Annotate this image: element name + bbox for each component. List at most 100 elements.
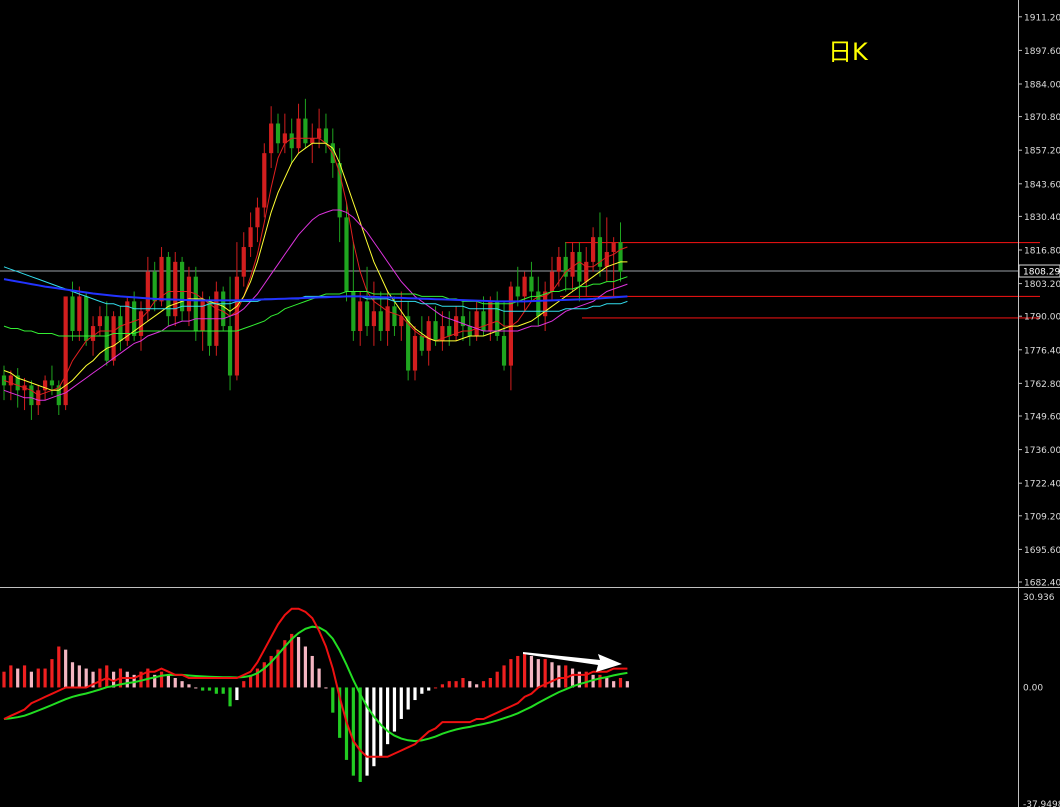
candle <box>392 296 397 336</box>
ma-line <box>3 276 628 337</box>
macd-bar <box>481 681 486 688</box>
macd-bar <box>502 665 506 688</box>
macd-bar <box>372 687 376 767</box>
macd-bar <box>16 668 20 688</box>
macd-bar <box>625 681 629 688</box>
macd-bar <box>57 646 61 688</box>
macd-bar <box>454 681 458 688</box>
macd-bar <box>201 687 205 691</box>
tick-label: 1790.00 <box>1024 313 1060 323</box>
macd-bar <box>2 671 6 688</box>
candle <box>303 98 308 149</box>
candle <box>549 256 555 302</box>
macd-bar <box>523 652 527 688</box>
tick-label: 1911.20 <box>1024 13 1060 23</box>
candle <box>364 266 370 336</box>
candle <box>597 212 603 277</box>
macd-bar <box>488 678 492 688</box>
candle <box>15 368 20 408</box>
macd-bar <box>399 687 403 719</box>
macd-dea-line <box>3 625 628 743</box>
ma-line <box>3 142 628 391</box>
candle <box>577 242 582 302</box>
macd-bar <box>475 684 479 688</box>
candle <box>180 256 185 322</box>
trading-chart: 1911.20 1897.60 1884.00 1870.80 1857.20 1843.… <box>0 0 1060 807</box>
tick-label: 1857.20 <box>1024 147 1060 157</box>
candle <box>584 247 589 297</box>
macd-bar <box>290 633 294 688</box>
candle <box>104 301 109 366</box>
macd-bar <box>598 674 602 688</box>
macd-bar <box>173 678 177 688</box>
candle <box>474 301 479 341</box>
macd-bar <box>125 671 129 688</box>
macd-bar <box>495 671 499 688</box>
macd-bar <box>324 687 328 689</box>
macd-bar <box>296 637 301 688</box>
macd-bar <box>159 671 164 688</box>
macd-bar <box>447 681 451 688</box>
macd-bar <box>516 655 520 688</box>
macd-tick-label: 0.00 <box>1023 683 1043 693</box>
macd-bar <box>468 681 472 688</box>
candle <box>275 113 281 154</box>
macd-bar <box>214 687 218 694</box>
macd-bar <box>310 655 314 688</box>
tick-label: 1736.00 <box>1024 446 1060 456</box>
candle <box>8 370 13 401</box>
candle <box>289 118 294 164</box>
tick-label: 1803.20 <box>1024 280 1060 290</box>
tick-label: 1776.40 <box>1024 346 1060 356</box>
tick-label: 1870.80 <box>1024 113 1060 123</box>
candle <box>426 316 431 366</box>
tick-label: 1816.80 <box>1024 246 1060 256</box>
candle <box>371 281 376 346</box>
candle <box>591 227 596 272</box>
macd-bar <box>29 671 33 688</box>
macd-bar <box>427 687 431 691</box>
macd-bar <box>98 668 102 688</box>
candle <box>29 380 34 420</box>
macd-bar <box>228 687 232 707</box>
tick-label: 1682.40 <box>1024 579 1060 589</box>
ma-line <box>3 278 628 303</box>
macd-bar <box>509 659 513 688</box>
candle <box>22 377 27 411</box>
macd-bar <box>612 681 616 688</box>
candle <box>125 296 130 346</box>
macd-bar <box>9 665 13 688</box>
macd-bar <box>180 681 184 688</box>
macd-bar <box>187 684 191 688</box>
ma-line <box>3 209 628 401</box>
tick-label: 1830.40 <box>1024 213 1060 223</box>
ma-line <box>3 266 628 312</box>
macd-bar <box>221 687 225 694</box>
macd-bar <box>550 662 554 688</box>
candle <box>173 251 178 327</box>
macd-bar <box>529 655 534 688</box>
candle <box>269 106 274 168</box>
candle <box>522 271 527 312</box>
candle <box>556 247 561 287</box>
tick-label: 1843.60 <box>1024 180 1060 190</box>
candle <box>227 276 233 391</box>
price-panel <box>0 98 1060 588</box>
macd-bar <box>105 665 109 688</box>
candle <box>406 301 411 381</box>
candle <box>604 217 609 282</box>
candle <box>221 286 226 332</box>
macd-bar <box>43 668 47 688</box>
tick-label: 1762.80 <box>1024 380 1060 390</box>
macd-bar <box>618 678 623 688</box>
macd-bar <box>207 687 212 691</box>
macd-bar <box>84 668 88 688</box>
tick-label: 1897.60 <box>1024 47 1060 57</box>
macd-bar <box>166 674 170 688</box>
macd-bar <box>77 665 81 688</box>
candle <box>412 326 418 381</box>
candle <box>618 222 623 282</box>
macd-bar <box>317 668 321 688</box>
macd-bar <box>70 662 75 688</box>
price-axis: 1911.20 1897.60 1884.00 1870.80 1857.20 1843.… <box>1018 0 1060 807</box>
